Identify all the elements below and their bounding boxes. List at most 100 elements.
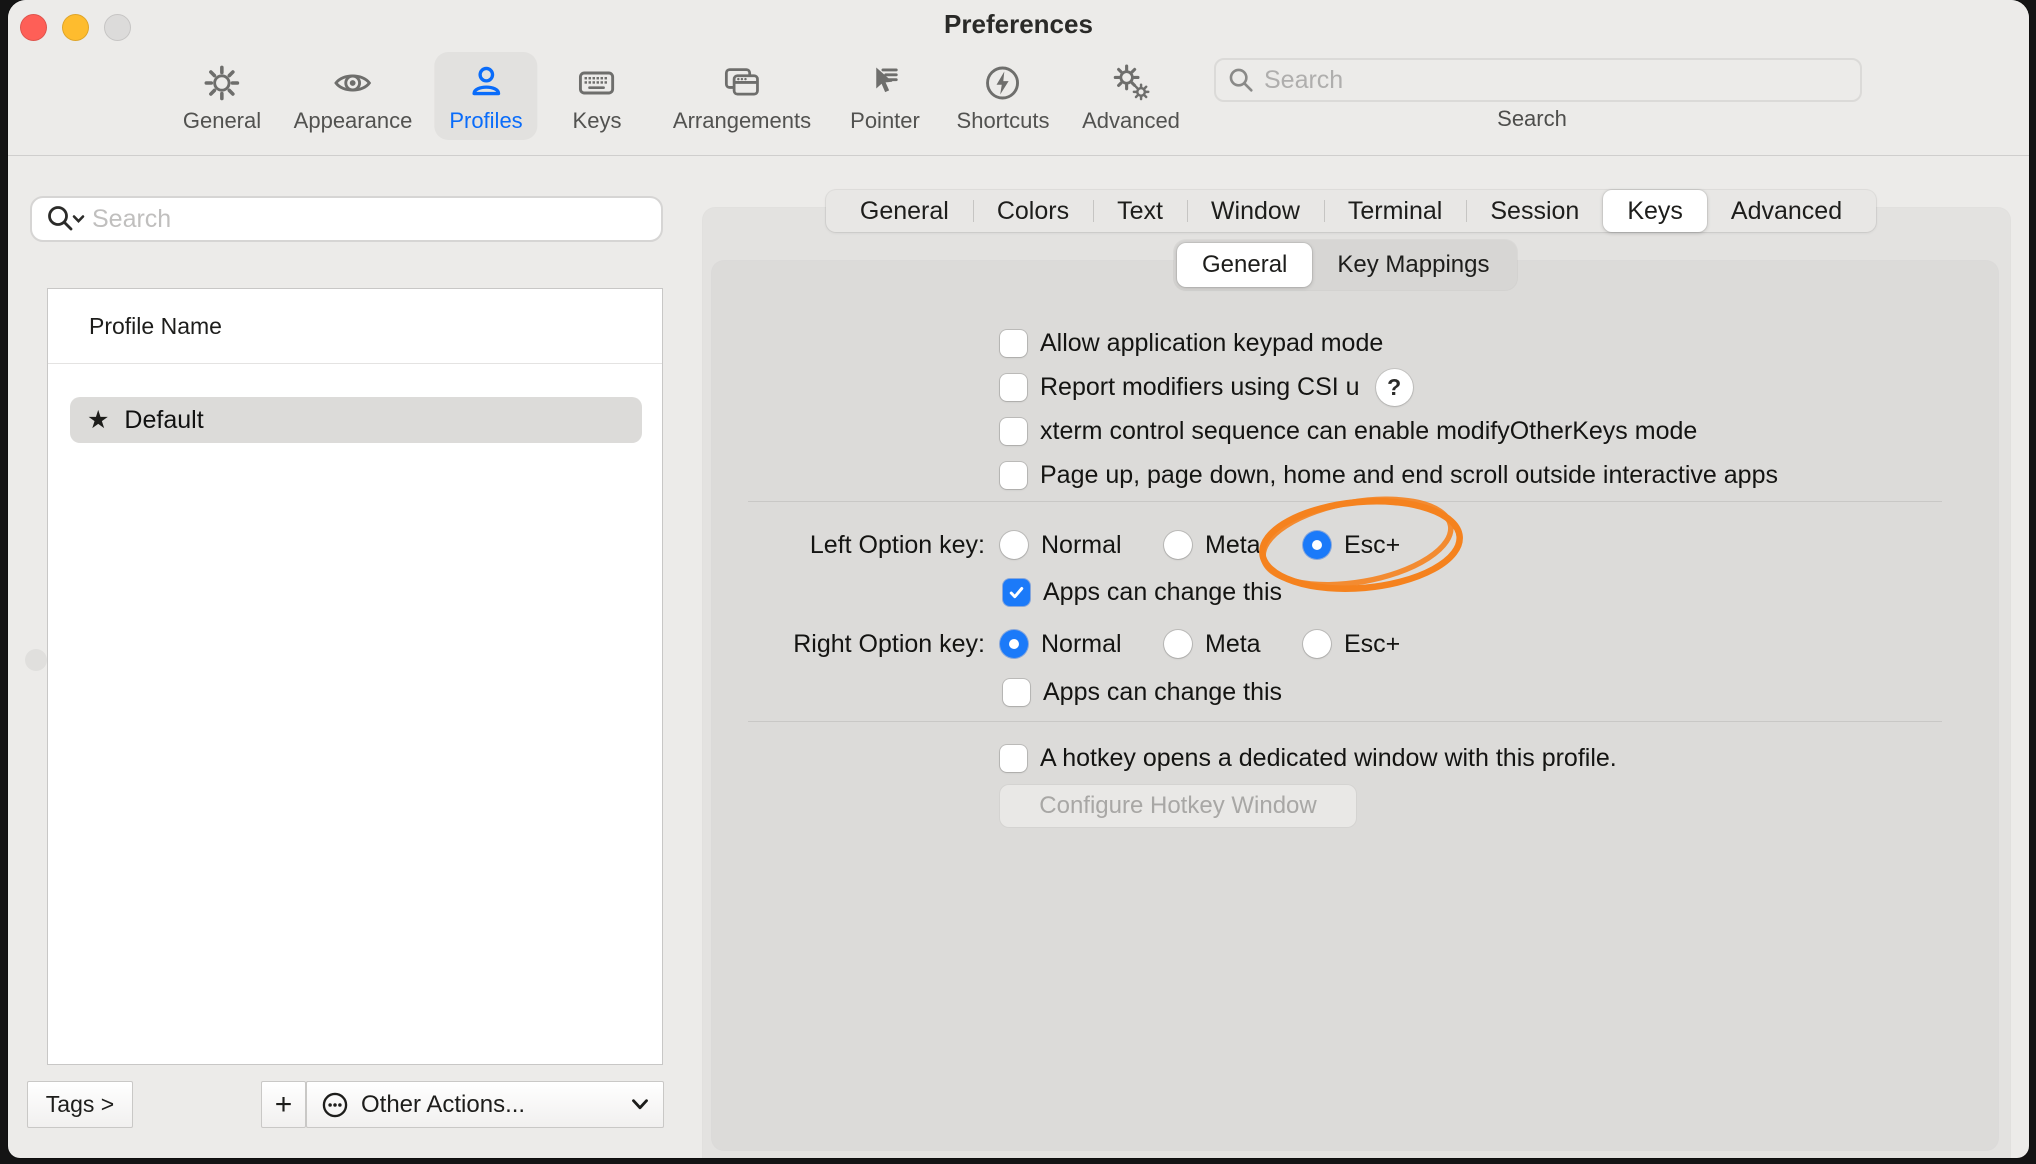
- checkbox-label: Report modifiers using CSI u: [1040, 373, 1360, 402]
- titlebar-toolbar: Preferences General: [8, 0, 2029, 156]
- right-option-key-label: Right Option key:: [698, 627, 985, 661]
- checkbox-label: Apps can change this: [1043, 678, 1282, 707]
- tab-advanced[interactable]: Advanced: [1707, 190, 1866, 232]
- configure-hotkey-window-button[interactable]: Configure Hotkey Window: [1000, 785, 1356, 827]
- radio-selected: [1303, 531, 1331, 559]
- toolbar-item-label: Pointer: [850, 108, 920, 134]
- add-profile-button[interactable]: +: [261, 1081, 306, 1128]
- radio-unselected: [1303, 630, 1331, 658]
- radio-right-option-normal[interactable]: Normal: [1000, 627, 1122, 661]
- tab-terminal[interactable]: Terminal: [1324, 190, 1466, 232]
- gear-icon: [183, 59, 261, 107]
- toolbar-item-label: Profiles: [449, 108, 522, 134]
- toolbar-search-caption: Search: [1392, 106, 1672, 132]
- radio-unselected: [1164, 630, 1192, 658]
- radio-selected: [1000, 630, 1028, 658]
- checkbox-label: Apps can change this: [1043, 578, 1282, 607]
- help-button[interactable]: ?: [1376, 369, 1413, 406]
- checkbox-label: A hotkey opens a dedicated window with t…: [1040, 744, 1617, 773]
- checkbox-left-apps-can-change[interactable]: Apps can change this: [1003, 575, 1282, 609]
- checkbox-right-apps-can-change[interactable]: Apps can change this: [1003, 675, 1282, 709]
- window-title: Preferences: [8, 9, 2029, 40]
- profile-row-default[interactable]: ★ Default: [70, 397, 642, 443]
- radio-left-option-normal[interactable]: Normal: [1000, 528, 1122, 562]
- toolbar-item-advanced[interactable]: Advanced: [1067, 52, 1195, 140]
- checkbox-page-scroll[interactable]: Page up, page down, home and end scroll …: [1000, 458, 1778, 492]
- toolbar-item-label: Keys: [573, 108, 622, 134]
- tab-text[interactable]: Text: [1093, 190, 1187, 232]
- checkbox-unchecked: [1000, 745, 1027, 772]
- left-option-key-label: Left Option key:: [698, 528, 985, 562]
- search-scope-icon: [44, 203, 90, 235]
- other-actions-dropdown[interactable]: Other Actions...: [306, 1081, 664, 1128]
- profile-tab-bar: General Colors Text Window Terminal Sess…: [826, 190, 1876, 232]
- toolbar-item-label: Arrangements: [673, 108, 811, 134]
- tab-session[interactable]: Session: [1466, 190, 1603, 232]
- checkbox-label: Page up, page down, home and end scroll …: [1040, 461, 1778, 490]
- checkbox-unchecked: [1000, 418, 1027, 445]
- radio-label: Meta: [1205, 531, 1261, 560]
- toolbar-item-general[interactable]: General: [168, 52, 276, 140]
- ellipsis-circle-icon: [321, 1091, 349, 1119]
- tab-keys[interactable]: Keys: [1603, 190, 1707, 232]
- profile-search-input[interactable]: [90, 204, 661, 235]
- eye-icon: [294, 59, 413, 107]
- radio-right-option-meta[interactable]: Meta: [1164, 627, 1261, 661]
- checkmark-icon: [1007, 583, 1026, 602]
- screenshot-root: Preferences General: [0, 0, 2036, 1164]
- person-icon: [449, 59, 522, 107]
- checkbox-modify-other-keys[interactable]: xterm control sequence can enable modify…: [1000, 414, 1697, 448]
- toolbar-item-label: Appearance: [294, 108, 413, 134]
- checkbox-label: xterm control sequence can enable modify…: [1040, 417, 1697, 446]
- tab-colors[interactable]: Colors: [973, 190, 1093, 232]
- toolbar-item-appearance[interactable]: Appearance: [279, 52, 428, 140]
- toolbar-search-input[interactable]: [1262, 65, 1860, 96]
- radio-right-option-esc[interactable]: Esc+: [1303, 627, 1400, 661]
- checkbox-checked: [1003, 579, 1030, 606]
- cursor-icon: [850, 59, 920, 107]
- section-divider: [748, 501, 1942, 502]
- tab-window[interactable]: Window: [1187, 190, 1324, 232]
- profile-list-header: Profile Name: [48, 289, 662, 364]
- checkbox-unchecked: [1000, 330, 1027, 357]
- checkbox-csi-u[interactable]: Report modifiers using CSI u ?: [1000, 370, 1413, 404]
- checkbox-unchecked: [1000, 462, 1027, 489]
- other-actions-label: Other Actions...: [361, 1091, 631, 1119]
- toolbar-item-arrangements[interactable]: Arrangements: [658, 52, 826, 140]
- default-star-icon: ★: [87, 405, 109, 435]
- radio-label: Esc+: [1344, 531, 1400, 560]
- preferences-window: Preferences General: [8, 0, 2029, 1158]
- radio-unselected: [1164, 531, 1192, 559]
- checkbox-label: Allow application keypad mode: [1040, 329, 1383, 358]
- toolbar-item-pointer[interactable]: Pointer: [835, 52, 935, 140]
- checkbox-unchecked: [1003, 679, 1030, 706]
- toolbar-item-keys[interactable]: Keys: [558, 52, 637, 140]
- toolbar-item-shortcuts[interactable]: Shortcuts: [942, 52, 1065, 140]
- chevron-down-icon: [631, 1098, 649, 1111]
- toolbar-item-label: Shortcuts: [957, 108, 1050, 134]
- gears-icon: [1082, 59, 1180, 107]
- subtab-general[interactable]: General: [1177, 243, 1312, 287]
- radio-unselected: [1000, 531, 1028, 559]
- tab-general[interactable]: General: [836, 190, 973, 232]
- checkbox-hotkey-window[interactable]: A hotkey opens a dedicated window with t…: [1000, 741, 1617, 775]
- radio-left-option-meta[interactable]: Meta: [1164, 528, 1261, 562]
- subtab-key-mappings[interactable]: Key Mappings: [1312, 243, 1514, 287]
- radio-left-option-esc[interactable]: Esc+: [1303, 528, 1400, 562]
- profile-search-field[interactable]: [30, 196, 663, 242]
- toolbar-item-label: General: [183, 108, 261, 134]
- keyboard-icon: [573, 59, 622, 107]
- section-divider: [748, 721, 1942, 722]
- tags-button[interactable]: Tags >: [27, 1081, 133, 1128]
- search-icon: [1226, 65, 1256, 95]
- pane-splitter-handle[interactable]: [25, 649, 47, 671]
- profile-list[interactable]: Profile Name ★ Default: [47, 288, 663, 1065]
- radio-label: Esc+: [1344, 630, 1400, 659]
- checkbox-unchecked: [1000, 374, 1027, 401]
- toolbar-item-label: Advanced: [1082, 108, 1180, 134]
- toolbar-search-field[interactable]: [1214, 58, 1862, 102]
- bolt-circle-icon: [957, 59, 1050, 107]
- radio-label: Normal: [1041, 630, 1122, 659]
- checkbox-allow-keypad-mode[interactable]: Allow application keypad mode: [1000, 326, 1383, 360]
- toolbar-item-profiles[interactable]: Profiles: [434, 52, 537, 140]
